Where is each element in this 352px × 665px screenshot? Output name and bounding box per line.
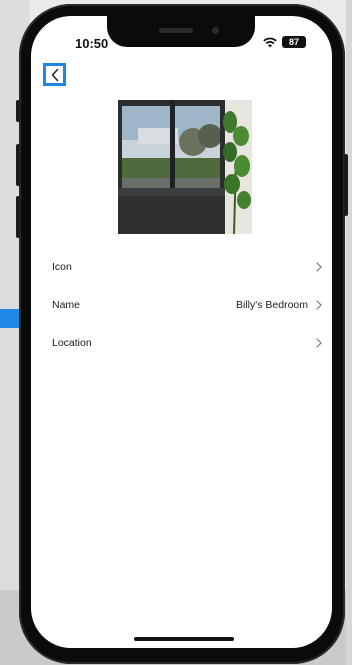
battery-badge: 87 [282, 36, 306, 48]
chevron-right-icon [316, 338, 322, 348]
room-photo-image [118, 100, 252, 234]
notch [107, 16, 255, 47]
volume-down-button [16, 196, 20, 238]
mute-switch [16, 100, 20, 122]
phone-screen: 10:50 87 Icon Name Billy's Bedroom Locat… [31, 16, 332, 648]
chevron-left-icon [51, 68, 58, 81]
row-label: Name [52, 299, 81, 311]
back-button[interactable] [43, 63, 66, 86]
volume-up-button [16, 144, 20, 186]
icon-row[interactable]: Icon [31, 248, 332, 286]
row-value: Billy's Bedroom [235, 299, 308, 311]
room-photo [118, 100, 252, 234]
status-indicators: 87 [263, 36, 306, 48]
row-label: Location [52, 337, 92, 349]
status-time: 10:50 [75, 36, 109, 51]
name-row[interactable]: Name Billy's Bedroom [31, 286, 332, 324]
chevron-right-icon [316, 300, 322, 310]
location-row[interactable]: Location [31, 324, 332, 362]
speaker [159, 28, 193, 33]
camera-icon [212, 27, 219, 34]
row-label: Icon [52, 261, 72, 273]
home-indicator[interactable] [134, 637, 234, 641]
settings-list: Icon Name Billy's Bedroom Location [31, 248, 332, 362]
background-edge [346, 0, 352, 665]
wifi-icon [263, 37, 277, 47]
chevron-right-icon [316, 262, 322, 272]
power-button [344, 154, 348, 216]
